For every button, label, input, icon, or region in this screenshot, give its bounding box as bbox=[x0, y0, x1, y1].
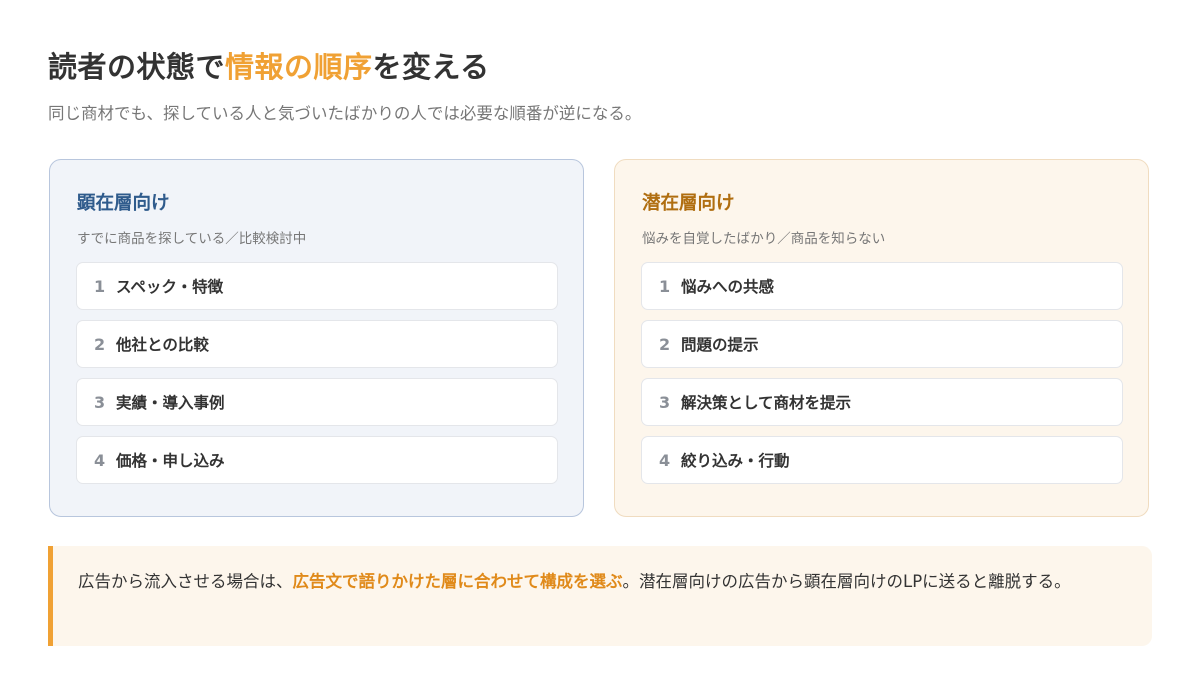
step-label: スペック・特徴 bbox=[116, 278, 224, 296]
card-latent-audience: 潜在層向け 悩みを自覚したばかり／商品を知らない 1 悩みへの共感 2 問題の提… bbox=[614, 159, 1149, 517]
step-number: 4 bbox=[659, 450, 671, 470]
step-item: 1 スペック・特徴 bbox=[76, 262, 558, 310]
step-number: 3 bbox=[659, 392, 671, 412]
step-item: 2 問題の提示 bbox=[641, 320, 1123, 368]
step-item: 3 解決策として商材を提示 bbox=[641, 378, 1123, 426]
step-item: 4 価格・申し込み bbox=[76, 436, 558, 484]
step-list: 1 悩みへの共感 2 問題の提示 3 解決策として商材を提示 4 絞り込み・行動 bbox=[641, 262, 1123, 494]
card-title: 潜在層向け bbox=[642, 193, 735, 214]
step-list: 1 スペック・特徴 2 他社との比較 3 実績・導入事例 4 価格・申し込み bbox=[76, 262, 558, 494]
page-subtitle: 同じ商材でも、探している人と気づいたばかりの人では必要な順番が逆になる。 bbox=[48, 104, 642, 123]
callout-note: 広告から流入させる場合は、広告文で語りかけた層に合わせて構成を選ぶ。潜在層向けの… bbox=[48, 546, 1152, 646]
card-subtitle: すでに商品を探している／比較検討中 bbox=[77, 231, 307, 247]
step-number: 1 bbox=[94, 276, 106, 296]
step-number: 1 bbox=[659, 276, 671, 296]
step-label: 実績・導入事例 bbox=[116, 394, 225, 412]
callout-emphasis: 広告文で語りかけた層に合わせて構成を選ぶ bbox=[292, 572, 623, 591]
card-manifest-audience: 顕在層向け すでに商品を探している／比較検討中 1 スペック・特徴 2 他社との… bbox=[49, 159, 584, 517]
callout-text-before: 広告から流入させる場合は、 bbox=[78, 572, 293, 591]
step-label: 悩みへの共感 bbox=[681, 278, 775, 296]
step-item: 3 実績・導入事例 bbox=[76, 378, 558, 426]
step-label: 絞り込み・行動 bbox=[681, 452, 790, 470]
page: 読者の状態で情報の順序を変える 同じ商材でも、探している人と気づいたばかりの人で… bbox=[0, 0, 1200, 690]
callout-text-after: 。潜在層向けの広告から顕在層向けのLPに送ると離脱する。 bbox=[622, 572, 1071, 591]
step-label: 他社との比較 bbox=[116, 336, 209, 354]
step-number: 2 bbox=[94, 334, 106, 354]
step-label: 問題の提示 bbox=[681, 336, 759, 354]
step-number: 4 bbox=[94, 450, 106, 470]
title-highlight: 情報の順序 bbox=[225, 50, 373, 84]
title-prefix: 読者の状態で bbox=[48, 50, 226, 84]
step-label: 解決策として商材を提示 bbox=[681, 394, 852, 412]
card-subtitle: 悩みを自覚したばかり／商品を知らない bbox=[642, 231, 886, 247]
step-item: 4 絞り込み・行動 bbox=[641, 436, 1123, 484]
card-title: 顕在層向け bbox=[77, 193, 170, 214]
step-number: 2 bbox=[659, 334, 671, 354]
step-item: 1 悩みへの共感 bbox=[641, 262, 1123, 310]
page-title: 読者の状態で情報の順序を変える bbox=[48, 44, 490, 86]
step-label: 価格・申し込み bbox=[116, 452, 225, 470]
step-item: 2 他社との比較 bbox=[76, 320, 558, 368]
title-suffix: を変える bbox=[372, 50, 490, 84]
step-number: 3 bbox=[94, 392, 106, 412]
